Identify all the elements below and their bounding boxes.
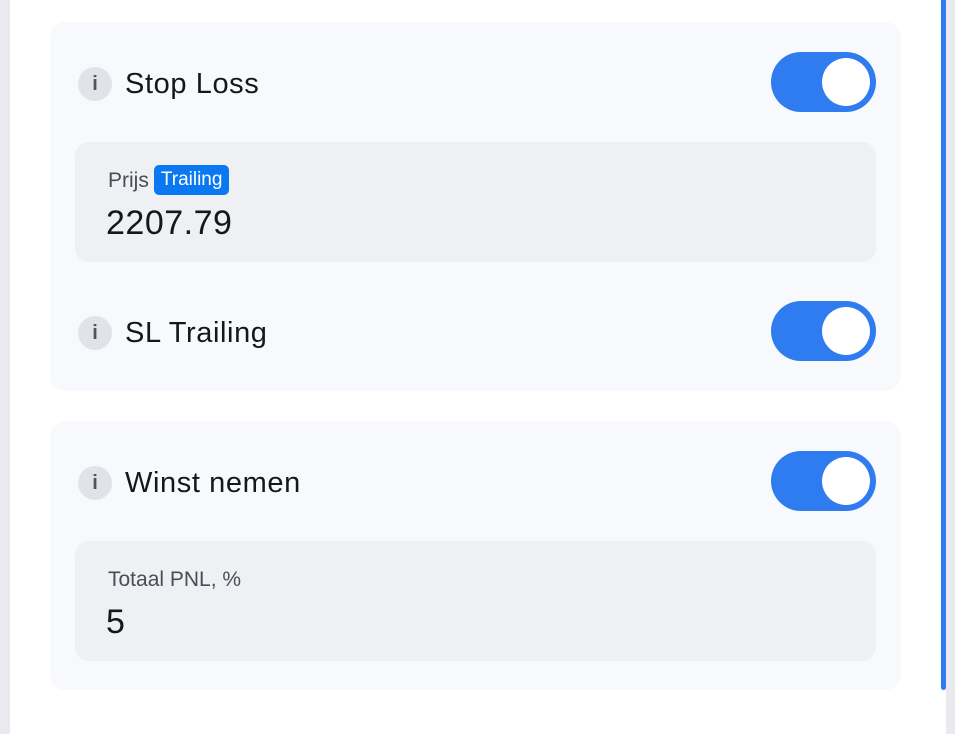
- total-pnl-field[interactable]: Totaal PNL, % 5: [75, 541, 876, 661]
- pnl-value[interactable]: 5: [106, 602, 125, 642]
- take-profit-card: i Winst nemen Totaal PNL, % 5: [50, 421, 901, 690]
- price-value[interactable]: 2207.79: [106, 203, 232, 243]
- take-profit-row: i Winst nemen: [50, 451, 901, 511]
- pnl-label: Totaal PNL, %: [108, 568, 242, 591]
- sl-trailing-label: SL Trailing: [125, 317, 268, 349]
- stop-loss-price-field[interactable]: Prijs Trailing 2207.79: [75, 142, 876, 262]
- info-icon[interactable]: i: [78, 466, 112, 500]
- stop-loss-toggle[interactable]: [771, 52, 876, 112]
- sl-trailing-toggle[interactable]: [771, 301, 876, 361]
- info-icon[interactable]: i: [78, 67, 112, 101]
- take-profit-toggle[interactable]: [771, 451, 876, 511]
- stop-loss-card: i Stop Loss Prijs Trailing 2207.79 i SL T…: [50, 22, 901, 391]
- stop-loss-label: Stop Loss: [125, 68, 260, 100]
- toggle-knob: [822, 58, 870, 106]
- info-icon[interactable]: i: [78, 316, 112, 350]
- scrollbar[interactable]: [941, 0, 946, 690]
- trailing-badge: Trailing: [153, 165, 230, 195]
- take-profit-label: Winst nemen: [125, 467, 301, 499]
- toggle-knob: [822, 307, 870, 355]
- toggle-knob: [822, 457, 870, 505]
- sl-trailing-row: i SL Trailing: [50, 301, 901, 361]
- stop-loss-row: i Stop Loss: [50, 52, 901, 112]
- price-field-label: Prijs Trailing: [108, 165, 230, 198]
- price-label: Prijs: [108, 169, 149, 192]
